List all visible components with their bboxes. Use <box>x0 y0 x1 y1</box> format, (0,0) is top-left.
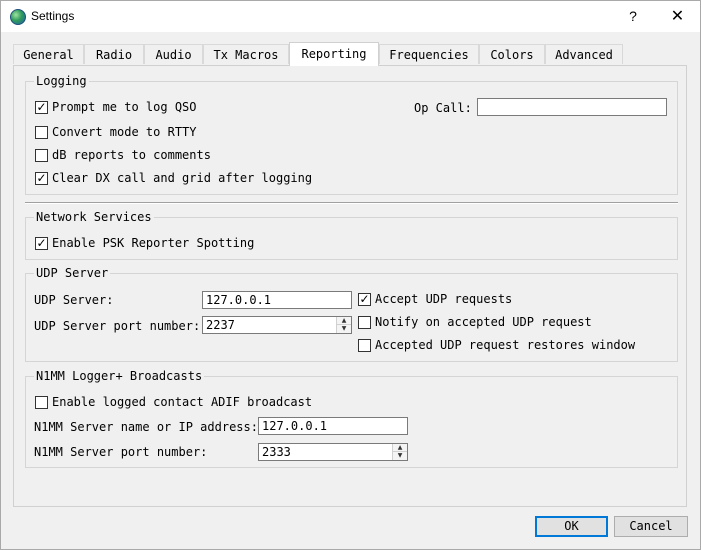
notify-udp-box[interactable] <box>358 316 371 329</box>
spin-up-icon[interactable]: ▲ <box>393 444 407 452</box>
psk-reporter-box[interactable]: ✓ <box>35 236 48 250</box>
logging-group-title: Logging <box>34 74 89 88</box>
tab-audio[interactable]: Audio <box>144 44 203 64</box>
spin-down-icon[interactable]: ▼ <box>337 325 351 333</box>
db-reports-box[interactable] <box>35 149 48 162</box>
enable-adif-label: Enable logged contact ADIF broadcast <box>52 395 313 409</box>
window-title: Settings <box>31 9 75 23</box>
convert-rtty-label: Convert mode to RTTY <box>52 125 197 139</box>
notify-udp-checkbox[interactable]: Notify on accepted UDP request <box>358 314 608 330</box>
prompt-log-label: Prompt me to log QSO <box>52 100 197 114</box>
prompt-log-checkbox[interactable]: ✓ Prompt me to log QSO <box>35 99 215 115</box>
help-button[interactable]: ? <box>613 1 653 32</box>
close-button[interactable]: ✕ <box>655 1 700 32</box>
restore-window-box[interactable] <box>358 339 371 352</box>
tab-advanced[interactable]: Advanced <box>545 44 623 64</box>
n1mm-port-spinbox[interactable]: 2333 ▲ ▼ <box>258 443 408 461</box>
tab-reporting[interactable]: Reporting <box>289 42 379 66</box>
spin-up-icon[interactable]: ▲ <box>337 317 351 325</box>
convert-rtty-box[interactable] <box>35 126 48 139</box>
enable-adif-box[interactable] <box>35 396 48 409</box>
udp-port-value: 2237 <box>206 318 235 332</box>
udp-server-label: UDP Server: <box>34 293 114 307</box>
tab-frequencies[interactable]: Frequencies <box>379 44 479 64</box>
tab-general[interactable]: General <box>13 44 84 64</box>
udp-server-input[interactable] <box>202 291 352 309</box>
clear-dx-box[interactable]: ✓ <box>35 171 48 185</box>
psk-reporter-checkbox[interactable]: ✓ Enable PSK Reporter Spotting <box>35 235 265 251</box>
db-reports-checkbox[interactable]: dB reports to comments <box>35 147 235 163</box>
notify-udp-label: Notify on accepted UDP request <box>375 315 592 329</box>
spin-down-icon[interactable]: ▼ <box>393 452 407 460</box>
check-icon: ✓ <box>36 100 47 114</box>
n1mm-port-value: 2333 <box>262 445 291 459</box>
network-services-group: Network Services ✓ Enable PSK Reporter S… <box>25 210 678 260</box>
title-bar[interactable]: Settings ? ✕ <box>1 1 700 32</box>
accept-udp-checkbox[interactable]: ✓ Accept UDP requests <box>358 291 558 307</box>
psk-reporter-label: Enable PSK Reporter Spotting <box>52 236 255 250</box>
op-call-input[interactable] <box>477 98 667 116</box>
logging-group: Logging ✓ Prompt me to log QSO Convert m… <box>25 74 678 195</box>
prompt-log-box[interactable]: ✓ <box>35 100 48 114</box>
op-call-label: Op Call: <box>414 101 472 115</box>
ok-button[interactable]: OK <box>535 516 608 537</box>
clear-dx-label: Clear DX call and grid after logging <box>52 171 313 185</box>
n1mm-broadcasts-group: N1MM Logger+ Broadcasts Enable logged co… <box>25 369 678 468</box>
db-reports-label: dB reports to comments <box>52 148 211 162</box>
check-icon: ✓ <box>36 171 47 185</box>
udp-server-title: UDP Server <box>34 266 111 280</box>
network-services-title: Network Services <box>34 210 154 224</box>
tab-radio[interactable]: Radio <box>84 44 144 64</box>
udp-port-spinbox[interactable]: 2237 ▲ ▼ <box>202 316 352 334</box>
check-icon: ✓ <box>36 236 47 250</box>
cancel-button[interactable]: Cancel <box>614 516 688 537</box>
reporting-panel: Logging ✓ Prompt me to log QSO Convert m… <box>13 65 687 507</box>
tab-colors[interactable]: Colors <box>479 44 545 64</box>
accept-udp-label: Accept UDP requests <box>375 292 513 306</box>
udp-server-group: UDP Server UDP Server: UDP Server port n… <box>25 266 678 362</box>
udp-port-spin-arrows[interactable]: ▲ ▼ <box>336 317 351 333</box>
n1mm-port-spin-arrows[interactable]: ▲ ▼ <box>392 444 407 460</box>
clear-dx-checkbox[interactable]: ✓ Clear DX call and grid after logging <box>35 170 325 186</box>
accept-udp-box[interactable]: ✓ <box>358 292 371 306</box>
n1mm-server-label: N1MM Server name or IP address: <box>34 420 258 434</box>
restore-window-label: Accepted UDP request restores window <box>375 338 636 352</box>
convert-rtty-checkbox[interactable]: Convert mode to RTTY <box>35 124 215 140</box>
globe-icon <box>10 9 26 25</box>
settings-dialog: Settings ? ✕ General Radio Audio Tx Macr… <box>0 0 701 550</box>
restore-window-checkbox[interactable]: Accepted UDP request restores window <box>358 337 648 353</box>
enable-adif-checkbox[interactable]: Enable logged contact ADIF broadcast <box>35 394 325 410</box>
udp-port-label: UDP Server port number: <box>34 319 201 333</box>
n1mm-port-label: N1MM Server port number: <box>34 445 208 459</box>
n1mm-broadcasts-title: N1MM Logger+ Broadcasts <box>34 369 205 383</box>
section-divider <box>25 202 678 204</box>
n1mm-server-input[interactable] <box>258 417 408 435</box>
tab-tx-macros[interactable]: Tx Macros <box>203 44 289 64</box>
check-icon: ✓ <box>359 292 370 306</box>
